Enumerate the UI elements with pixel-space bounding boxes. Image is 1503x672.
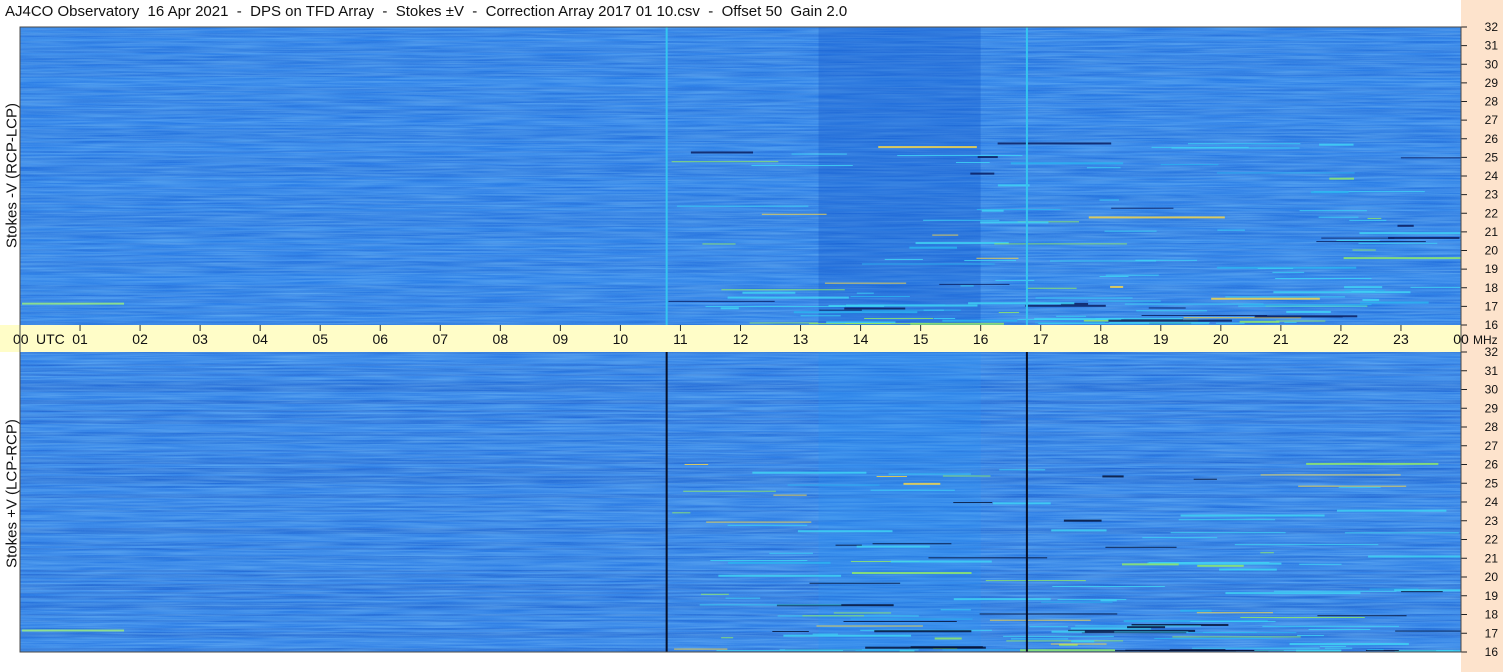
time-tick-label: 05: [312, 331, 328, 347]
frequency-tick-label: 28: [1485, 95, 1499, 109]
frequency-tick-label: 19: [1485, 262, 1499, 276]
bottom-spectrogram-panel: [20, 352, 1461, 653]
frequency-tick-label: 22: [1485, 533, 1499, 547]
frequency-tick-label: 18: [1485, 281, 1499, 295]
time-tick-label: 11: [673, 331, 688, 347]
frequency-tick-label: 16: [1485, 645, 1499, 659]
frequency-tick-label: 27: [1485, 439, 1499, 453]
time-tick-label: 10: [613, 331, 629, 347]
time-tick-label: 15: [913, 331, 929, 347]
frequency-tick-label: 18: [1485, 608, 1499, 622]
frequency-tick-label: 26: [1485, 132, 1499, 146]
time-axis-unit: UTC: [36, 331, 65, 347]
top-frequency-axis: 16 17 18 19 20 21 22 23 24 25 26 27 28 29 30 31 32: [1460, 0, 1503, 332]
frequency-tick-label: 31: [1485, 364, 1499, 378]
bottom-frequency-axis: 16 17 18 19 20 21 22 23 24 25 26 27 28 29 30 31 32: [1460, 345, 1503, 672]
time-tick-label: 01: [72, 331, 88, 347]
time-tick-label: 03: [192, 331, 208, 347]
frequency-tick-label: 28: [1485, 420, 1499, 434]
frequency-tick-label: 22: [1485, 206, 1499, 220]
frequency-tick-label: 17: [1485, 299, 1499, 313]
frequency-tick-label: 20: [1485, 570, 1499, 584]
frequency-tick-label: 27: [1485, 113, 1499, 127]
frequency-tick-label: 30: [1485, 383, 1499, 397]
time-tick-label: 07: [433, 331, 449, 347]
time-tick-label: 18: [1093, 331, 1109, 347]
frequency-tick-label: 25: [1485, 150, 1499, 164]
frequency-tick-label: 26: [1485, 458, 1499, 472]
frequency-tick-label: 24: [1485, 495, 1499, 509]
time-tick-label: 00: [13, 331, 29, 347]
frequency-tick-label: 32: [1485, 345, 1499, 359]
spectrogram-chart: 00 01 02 03 04 05 06 07 08 09 10 11 12 13 14 15 16 17 18 19…: [0, 0, 1503, 672]
top-spectrogram-panel: [20, 27, 1461, 325]
time-tick-label: 13: [793, 331, 809, 347]
time-tick-label: 16: [973, 331, 989, 347]
frequency-tick-label: 17: [1485, 626, 1499, 640]
time-axis-band: 00 01 02 03 04 05 06 07 08 09 10 11 12 13 14 15 16 17 18 19…: [0, 325, 1503, 352]
frequency-tick-label: 31: [1485, 39, 1499, 53]
frequency-tick-label: 29: [1485, 401, 1499, 415]
frequency-tick-label: 20: [1485, 244, 1499, 258]
frequency-tick-label: 23: [1485, 514, 1499, 528]
vertical-marker-line: [1025, 27, 1028, 325]
frequency-tick-label: 16: [1485, 318, 1499, 332]
time-tick-label: 12: [733, 331, 749, 347]
frequency-tick-label: 21: [1485, 551, 1499, 565]
frequency-tick-label: 30: [1485, 57, 1499, 71]
time-tick-label: 19: [1153, 331, 1169, 347]
time-tick-label: 22: [1333, 331, 1349, 347]
time-tick-label: 21: [1273, 331, 1289, 347]
vertical-marker-line: [1025, 352, 1028, 652]
time-tick-label: 17: [1033, 331, 1049, 347]
frequency-tick-label: 21: [1485, 225, 1499, 239]
vertical-marker-line: [665, 352, 668, 652]
time-tick-label: 06: [372, 331, 388, 347]
time-tick-label: 14: [853, 331, 869, 347]
frequency-tick-label: 23: [1485, 188, 1499, 202]
frequency-tick-label: 29: [1485, 76, 1499, 90]
time-tick-label: 20: [1213, 331, 1229, 347]
frequency-tick-label: 25: [1485, 476, 1499, 490]
frequency-tick-label: 32: [1485, 20, 1499, 34]
vertical-marker-line: [665, 27, 668, 325]
time-tick-label: 23: [1393, 331, 1409, 347]
frequency-tick-label: 19: [1485, 589, 1499, 603]
time-tick-label: 09: [553, 331, 569, 347]
time-tick-label: 04: [252, 331, 268, 347]
frequency-tick-label: 24: [1485, 169, 1499, 183]
time-tick-label: 02: [132, 331, 148, 347]
time-tick-label: 08: [493, 331, 509, 347]
